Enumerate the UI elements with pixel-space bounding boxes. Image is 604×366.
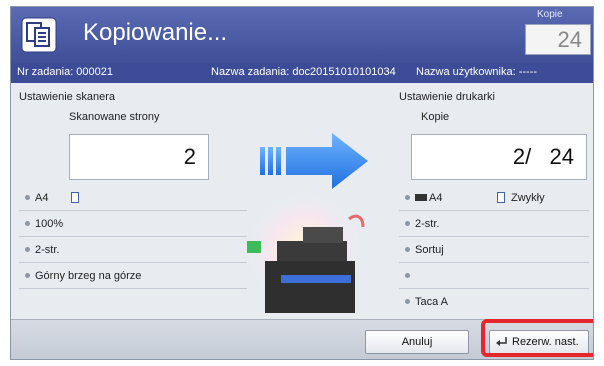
printer-duplex: 2-str. xyxy=(415,218,440,230)
printer-row-duplex: 2-str. xyxy=(399,211,589,237)
portrait-page-icon xyxy=(71,192,79,203)
bullet-icon xyxy=(405,195,410,200)
scanner-row-duplex: 2-str. xyxy=(19,237,247,263)
title-bar: Kopiowanie... Kopie 24 xyxy=(11,7,593,63)
scanner-orientation: Górny brzeg na górze xyxy=(35,270,142,282)
printer-copies-value: 2/ 24 xyxy=(411,134,587,180)
printer-row-collate: Sortuj xyxy=(399,237,589,263)
scanner-paper-size: A4 xyxy=(35,192,49,204)
copy-icon xyxy=(21,17,57,53)
printer-row-empty xyxy=(399,263,589,289)
scanner-row-paper: A4 xyxy=(19,185,247,211)
scanned-pages-value: 2 xyxy=(69,134,209,180)
bullet-icon xyxy=(25,195,30,200)
cancel-button[interactable]: Anuluj xyxy=(365,330,469,354)
copies-count-display: 24 xyxy=(525,24,591,55)
reserve-next-highlight xyxy=(481,319,593,357)
printer-settings-title: Ustawienie drukarki xyxy=(399,91,495,103)
printer-illustration-icon xyxy=(245,197,365,313)
printer-copies-label: Kopie xyxy=(421,111,450,123)
bullet-icon xyxy=(25,221,30,226)
copy-job-panel: Kopiowanie... Kopie 24 Nr zadania: 00002… xyxy=(10,6,594,360)
printer-paper-size: A4 xyxy=(429,192,443,204)
scanner-settings-title: Ustawienie skanera xyxy=(19,91,115,103)
scanner-duplex: 2-str. xyxy=(35,244,60,256)
printer-paper-type: Zwykły xyxy=(511,192,545,204)
printer-tray: Taca A xyxy=(415,296,449,308)
user-name: Nazwa użytkownika: ----- xyxy=(416,66,538,78)
scanner-row-orientation: Górny brzeg na górze xyxy=(19,263,247,289)
bullet-icon xyxy=(405,221,410,226)
job-info-bar: Nr zadania: 000021 Nazwa zadania: doc201… xyxy=(11,63,593,83)
printer-collate: Sortuj xyxy=(415,244,444,256)
job-name: Nazwa zadania: doc20151010101034 xyxy=(211,66,396,78)
scanner-zoom: 100% xyxy=(35,218,64,230)
bullet-icon xyxy=(25,273,30,278)
job-number: Nr zadania: 000021 xyxy=(17,66,114,78)
paper-tray-icon xyxy=(415,194,427,201)
bullet-icon xyxy=(25,247,30,252)
printer-row-tray: Taca A xyxy=(399,289,589,315)
portrait-page-icon xyxy=(497,192,505,203)
page-title: Kopiowanie... xyxy=(83,19,228,46)
bullet-icon xyxy=(405,247,410,252)
bullet-icon xyxy=(405,299,410,304)
printer-row-paper: A4 Zwykły xyxy=(399,185,589,211)
bullet-icon xyxy=(405,273,410,278)
right-arrow-icon xyxy=(260,133,368,189)
scanned-pages-label: Skanowane strony xyxy=(69,111,160,123)
scanner-row-zoom: 100% xyxy=(19,211,247,237)
copies-count-label: Kopie xyxy=(537,9,563,20)
